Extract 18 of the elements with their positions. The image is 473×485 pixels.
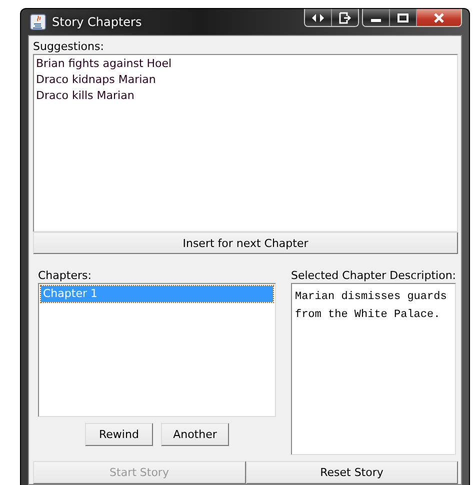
window-title: Story Chapters: [52, 15, 143, 29]
suggestion-item[interactable]: Brian fights against Hoel: [35, 56, 456, 72]
exit-icon[interactable]: [331, 9, 358, 26]
close-icon[interactable]: [416, 9, 461, 26]
description-label: Selected Chapter Description:: [290, 269, 456, 282]
another-button[interactable]: Another: [160, 423, 229, 446]
rewind-button[interactable]: Rewind: [84, 423, 153, 446]
reset-story-button[interactable]: Reset Story: [246, 461, 458, 484]
app-icon: [30, 14, 46, 30]
suggestion-item[interactable]: Draco kidnaps Marian: [35, 72, 456, 88]
resize-arrows-icon[interactable]: [305, 9, 331, 26]
minimize-icon[interactable]: [363, 9, 389, 26]
insert-button[interactable]: Insert for next Chapter: [33, 232, 458, 254]
suggestion-item[interactable]: Draco kills Marian: [35, 88, 456, 104]
maximize-icon[interactable]: [389, 9, 416, 26]
chapters-label: Chapters:: [38, 269, 92, 282]
description-area[interactable]: Marian dismisses guards from the White Palace.: [290, 283, 456, 455]
suggestions-label: Suggestions:: [33, 40, 105, 53]
